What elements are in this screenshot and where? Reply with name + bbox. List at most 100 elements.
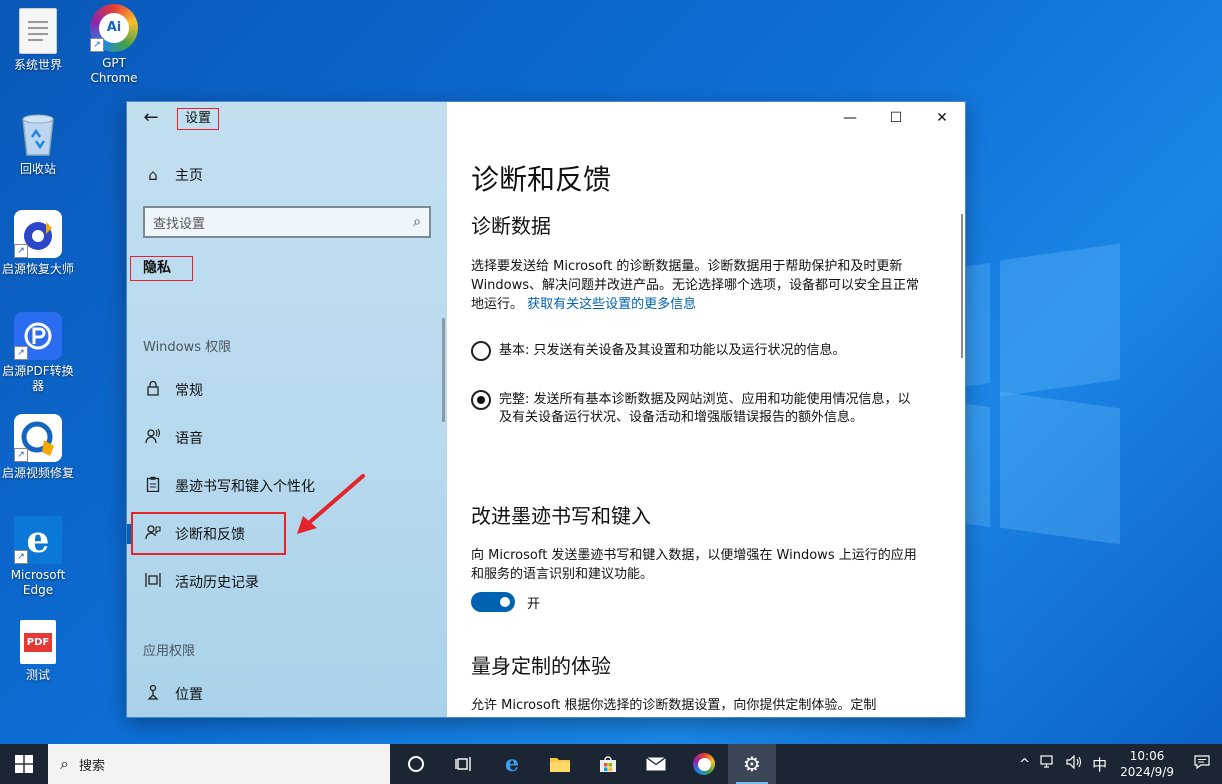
group-label-apps: 应用权限: [143, 644, 196, 659]
radio-option-basic[interactable]: 基本: 只发送有关设备及其设置和功能以及运行状况的信息。: [471, 341, 921, 361]
feedback-icon: [143, 524, 163, 544]
nav-home[interactable]: ⌂ 主页: [143, 162, 203, 188]
sidebar-scrollbar[interactable]: [442, 318, 445, 422]
edge-icon: e ↗: [14, 516, 62, 564]
taskbar-store-button[interactable]: [584, 744, 632, 784]
mail-icon: [646, 757, 666, 771]
settings-search-input[interactable]: 查找设置 ⌕: [143, 206, 431, 238]
desktop-icon-recycle-bin[interactable]: 回收站: [0, 110, 76, 177]
sidebar-item-label: 语音: [175, 431, 203, 447]
recycle-bin-icon: [14, 110, 62, 158]
shortcut-arrow-icon: ↗: [14, 550, 28, 564]
clock-date: 2024/9/9: [1120, 765, 1174, 779]
notification-icon[interactable]: [1182, 755, 1222, 773]
radio-full-label: 完整: 发送所有基本诊断数据及网站浏览、应用和功能使用情况信息，以及有关设备运行…: [499, 392, 911, 425]
taskbar: ⌕ 搜索 e ⚙ ^ 中 10:06 2024/9/9: [0, 744, 1222, 784]
desktop-icon-system-world[interactable]: 系统世界: [0, 8, 76, 73]
recovery-master-icon: ↗: [14, 210, 62, 258]
desktop-icon-video-repair[interactable]: ↗ 启源视频修复: [0, 414, 76, 481]
radio-full[interactable]: [471, 390, 491, 410]
shortcut-arrow-icon: ↗: [14, 448, 28, 462]
start-button[interactable]: [0, 744, 48, 784]
pdf-badge: PDF: [23, 632, 53, 652]
desktop-icon-label: 启源PDF转换 器: [2, 364, 74, 393]
cortana-circle-icon: [408, 756, 424, 772]
desktop-icon-label: 启源视频修复: [1, 466, 74, 480]
task-view-button[interactable]: [440, 744, 488, 784]
cortana-button[interactable]: [392, 744, 440, 784]
taskbar-explorer-button[interactable]: [536, 744, 584, 784]
sidebar-item-activity-history[interactable]: 活动历史记录: [127, 564, 447, 600]
group-label-windows: Windows 权限: [143, 340, 232, 355]
sidebar-item-location[interactable]: 位置: [127, 676, 447, 712]
desktop-icon-gpt-chrome[interactable]: Ai ↗ GPT Chrome: [76, 4, 152, 86]
diagnostic-data-heading: 诊断数据: [471, 214, 551, 238]
desktop-icon-label: GPT Chrome: [90, 56, 138, 85]
tailored-heading: 量身定制的体验: [471, 654, 611, 678]
settings-window: ← 设置 ⌂ 主页 查找设置 ⌕ 隐私 Windows 权限 常规 语音 墨迹书…: [127, 102, 965, 717]
minimize-button[interactable]: —: [827, 104, 873, 132]
inking-description: 向 Microsoft 发送墨迹书写和键入数据，以便增强在 Windows 上运…: [471, 548, 917, 582]
inking-toggle-row: 开: [471, 592, 540, 612]
store-icon: [600, 756, 616, 772]
radio-basic[interactable]: [471, 341, 491, 361]
sidebar-item-diagnostics-feedback[interactable]: 诊断和反馈: [127, 516, 447, 552]
settings-content: — ☐ ✕ 诊断和反馈 诊断数据 选择要发送给 Microsoft 的诊断数据量…: [447, 102, 965, 717]
learn-more-link[interactable]: 获取有关这些设置的更多信息: [527, 297, 696, 312]
desktop-icon-recovery[interactable]: ↗ 启源恢复大师: [0, 210, 76, 277]
sidebar-item-general[interactable]: 常规: [127, 372, 447, 408]
lock-icon: [143, 380, 163, 400]
sidebar-item-inking-typing[interactable]: 墨迹书写和键入个性化: [127, 468, 447, 504]
edge-icon: e: [505, 751, 519, 777]
sidebar-item-label: 墨迹书写和键入个性化: [175, 479, 315, 495]
task-view-icon: [455, 757, 471, 771]
volume-icon[interactable]: [1061, 754, 1087, 773]
back-button[interactable]: ←: [139, 108, 163, 130]
gpt-chrome-icon: Ai ↗: [90, 4, 138, 52]
sidebar-item-label: 位置: [175, 687, 203, 703]
desktop-icon-label: 测试: [25, 668, 50, 682]
shortcut-arrow-icon: ↗: [14, 244, 28, 258]
pdf-file-icon: PDF: [20, 620, 56, 664]
content-scrollbar[interactable]: [961, 214, 963, 358]
radio-basic-label: 基本: 只发送有关设备及其设置和功能以及运行状况的信息。: [499, 343, 846, 358]
windows-start-icon: [15, 755, 33, 773]
ime-indicator[interactable]: 中: [1087, 754, 1112, 775]
sidebar-item-label: 常规: [175, 383, 203, 399]
location-icon: [143, 684, 163, 704]
document-icon: [19, 8, 57, 54]
taskbar-edge-button[interactable]: e: [488, 744, 536, 784]
maximize-button[interactable]: ☐: [873, 104, 919, 132]
pdf-converter-icon: ↗: [14, 312, 62, 360]
video-repair-icon: ↗: [14, 414, 62, 462]
timeline-icon: [143, 572, 163, 592]
close-button[interactable]: ✕: [919, 104, 965, 132]
clipboard-icon: [143, 476, 163, 496]
taskbar-clock[interactable]: 10:06 2024/9/9: [1112, 748, 1182, 780]
sidebar-item-speech[interactable]: 语音: [127, 420, 447, 456]
desktop-icon-pdf-converter[interactable]: ↗ 启源PDF转换 器: [0, 312, 76, 394]
network-icon[interactable]: [1035, 755, 1061, 773]
desktop-icon-label: 系统世界: [13, 58, 62, 72]
gpt-chrome-icon: [693, 753, 715, 775]
tray-overflow-chevron[interactable]: ^: [1014, 757, 1035, 772]
sidebar-item-label: 活动历史记录: [175, 575, 259, 591]
taskbar-gpt-chrome-button[interactable]: [680, 744, 728, 784]
folder-icon: [550, 758, 570, 772]
search-icon: ⌕: [413, 214, 421, 230]
taskbar-settings-button[interactable]: ⚙: [728, 744, 776, 784]
shortcut-arrow-icon: ↗: [90, 38, 104, 52]
toggle-state-label: 开: [527, 596, 541, 612]
taskbar-search-placeholder: 搜索: [78, 758, 105, 774]
inking-heading: 改进墨迹书写和键入: [471, 504, 651, 528]
inking-toggle[interactable]: [471, 592, 515, 612]
taskbar-search-input[interactable]: ⌕ 搜索: [48, 744, 390, 784]
diagnostic-data-description: 选择要发送给 Microsoft 的诊断数据量。诊断数据用于帮助保护和及时更新 …: [471, 257, 931, 314]
nav-home-label: 主页: [175, 168, 203, 184]
desktop-icon-edge[interactable]: e ↗ Microsoft Edge: [0, 516, 76, 598]
desktop-icon-test-pdf[interactable]: PDF 测试: [0, 620, 76, 683]
tailored-description: 允许 Microsoft 根据你选择的诊断数据设置，向你提供定制体验。定制: [471, 698, 877, 713]
taskbar-mail-button[interactable]: [632, 744, 680, 784]
system-tray: ^ 中 10:06 2024/9/9: [1014, 744, 1222, 784]
radio-option-full[interactable]: 完整: 发送所有基本诊断数据及网站浏览、应用和功能使用情况信息，以及有关设备运行…: [471, 390, 921, 427]
